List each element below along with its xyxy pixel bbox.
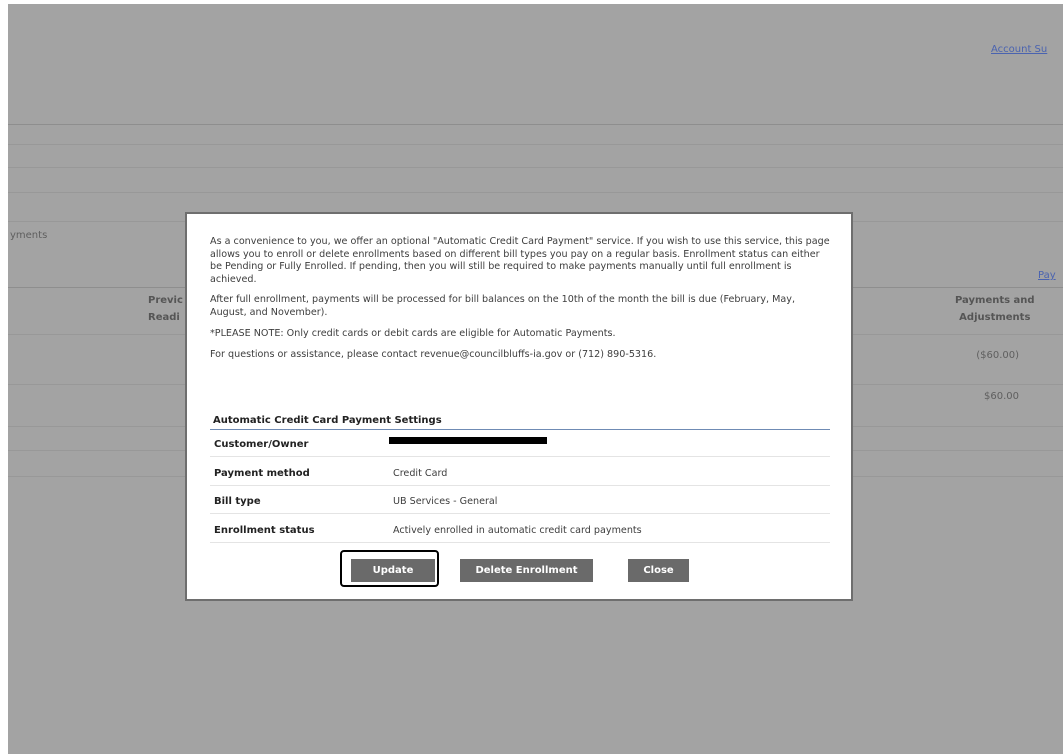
redacted-name (389, 437, 547, 444)
close-button[interactable]: Close (628, 559, 689, 582)
row-customer-owner: Customer/Owner (210, 434, 830, 457)
row-bill-type: Bill type UB Services - General (210, 491, 830, 514)
row-enrollment-status: Enrollment status Actively enrolled in a… (210, 520, 830, 543)
contact-paragraph: For questions or assistance, please cont… (210, 349, 657, 361)
row-label: Bill type (214, 496, 261, 507)
amount-cell: $60.00 (984, 391, 1019, 402)
delete-enrollment-button[interactable]: Delete Enrollment (460, 559, 593, 582)
settings-title: Automatic Credit Card Payment Settings (213, 415, 442, 426)
row-payment-method: Payment method Credit Card (210, 463, 830, 486)
update-highlight-box (340, 550, 439, 587)
schedule-paragraph: After full enrollment, payments will be … (210, 294, 796, 318)
row-label: Enrollment status (214, 525, 315, 536)
account-summary-link[interactable]: Account Su (991, 44, 1047, 55)
row-value: Credit Card (393, 468, 448, 479)
row-divider (8, 192, 1063, 193)
payments-tab[interactable]: yments (10, 230, 47, 241)
autopay-dialog: As a convenience to you, we offer an opt… (185, 212, 853, 601)
pay-link[interactable]: Pay (1038, 270, 1056, 281)
header-divider (8, 124, 1063, 125)
row-divider (8, 144, 1063, 145)
note-paragraph: *PLEASE NOTE: Only credit cards or debit… (210, 327, 616, 339)
amount-cell: ($60.00) (976, 350, 1019, 361)
intro-paragraph: As a convenience to you, we offer an opt… (210, 236, 830, 285)
dialog-intro: As a convenience to you, we offer an opt… (210, 236, 830, 370)
col-header-previous: Previc Readi (148, 295, 183, 323)
row-value: UB Services - General (393, 496, 498, 507)
row-divider (8, 167, 1063, 168)
col-header-payments: Payments and Adjustments (955, 295, 1035, 323)
row-label: Customer/Owner (214, 439, 309, 450)
row-value: Actively enrolled in automatic credit ca… (393, 525, 642, 536)
settings-divider (210, 429, 830, 430)
row-label: Payment method (214, 468, 310, 479)
